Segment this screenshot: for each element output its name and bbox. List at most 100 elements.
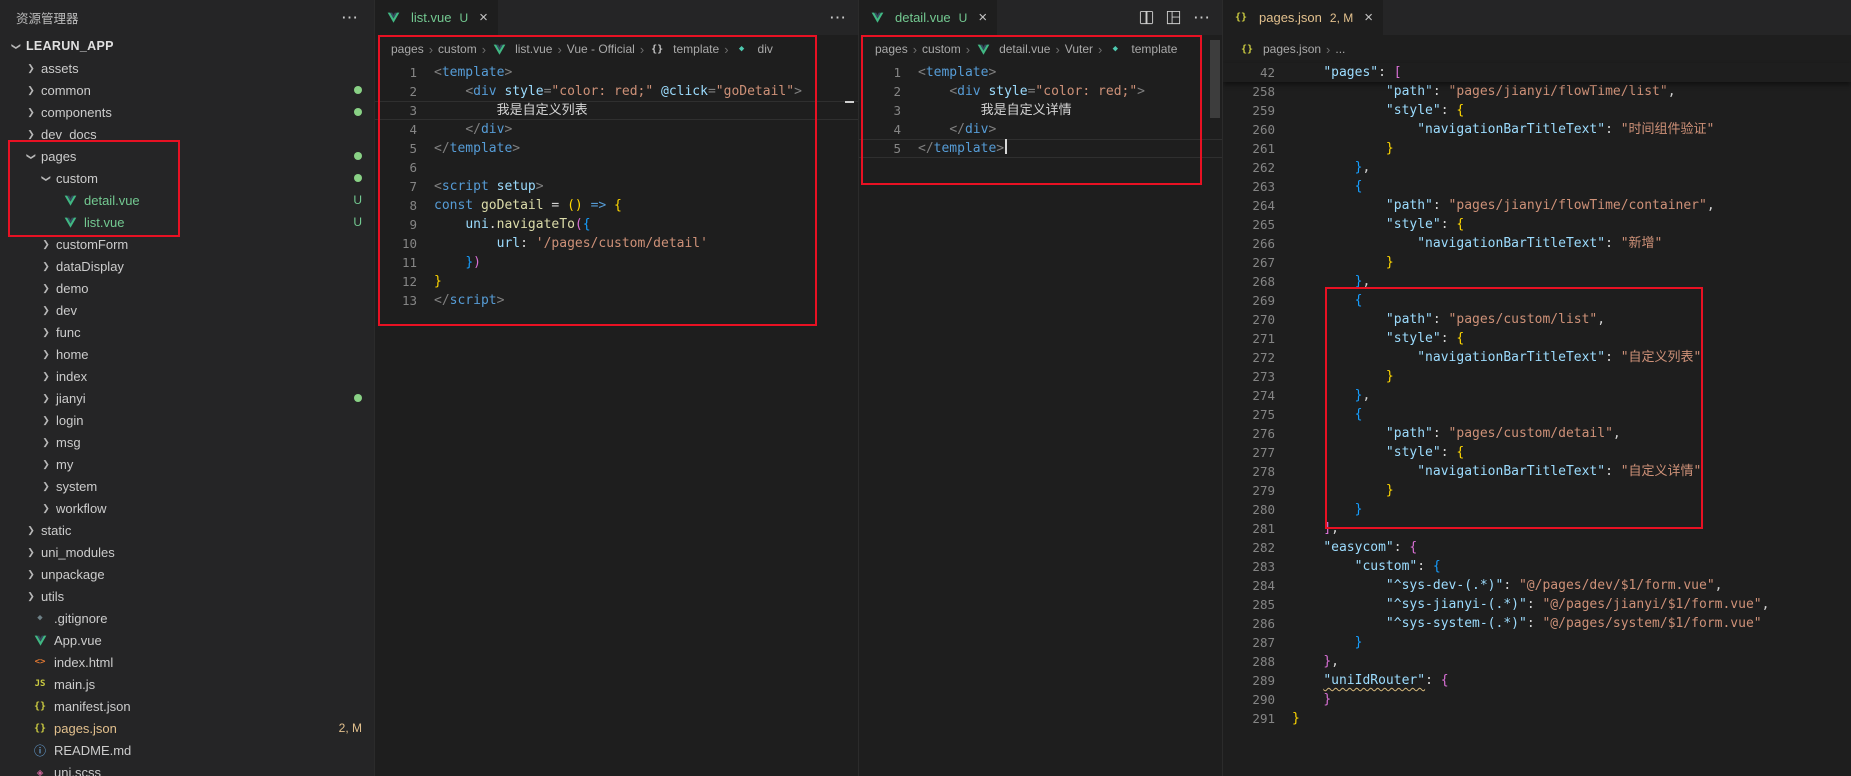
code-line-5[interactable]: 5</template> (375, 139, 858, 158)
tree-item-utils[interactable]: ❯utils (0, 585, 374, 607)
tab-pages-json[interactable]: {}pages.json2, M× (1223, 0, 1384, 35)
code-line-281[interactable]: 281 ], (1223, 519, 1851, 538)
code-line-264[interactable]: 264 "path": "pages/jianyi/flowTime/conta… (1223, 196, 1851, 215)
tab-detail-vue[interactable]: detail.vueU× (859, 0, 998, 35)
code-line-2[interactable]: 2 <div style="color: red;"> (859, 82, 1222, 101)
code-line-260[interactable]: 260 "navigationBarTitleText": "时间组件验证" (1223, 120, 1851, 139)
tree-item-assets[interactable]: ❯assets (0, 57, 374, 79)
tree-item-index[interactable]: ❯index (0, 365, 374, 387)
tree-item-pages-json[interactable]: {}pages.json2, M (0, 717, 374, 739)
tree-item-common[interactable]: ❯common (0, 79, 374, 101)
code-line-42[interactable]: 42 "pages": [ (1223, 63, 1851, 82)
breadcrumb-item-template[interactable]: {}template (649, 42, 719, 56)
breadcrumb-item-custom[interactable]: custom (438, 42, 477, 56)
close-icon[interactable]: × (978, 10, 987, 25)
editor-layout-icon[interactable] (1166, 10, 1181, 25)
breadcrumb-item-div[interactable]: ◆div (734, 42, 773, 56)
code-line-291[interactable]: 291} (1223, 709, 1851, 728)
code-line-267[interactable]: 267 } (1223, 253, 1851, 272)
code-line-263[interactable]: 263 { (1223, 177, 1851, 196)
breadcrumb-item-list-vue[interactable]: list.vue (491, 42, 552, 56)
tree-item-my[interactable]: ❯my (0, 453, 374, 475)
code-line-277[interactable]: 277 "style": { (1223, 443, 1851, 462)
code-line-3[interactable]: 3 我是自定义列表 (375, 101, 858, 120)
code-line-268[interactable]: 268 }, (1223, 272, 1851, 291)
code-editor[interactable]: 42 "pages": [ 257 {258 "path": "pages/ji… (1223, 63, 1851, 728)
code-line-9[interactable]: 9 uni.navigateTo({ (375, 215, 858, 234)
vertical-scrollbar[interactable] (1210, 40, 1220, 118)
tree-item-components[interactable]: ❯components (0, 101, 374, 123)
code-line-2[interactable]: 2 <div style="color: red;" @click="goDet… (375, 82, 858, 101)
code-line-285[interactable]: 285 "^sys-jianyi-(.*)": "@/pages/jianyi/… (1223, 595, 1851, 614)
code-line-6[interactable]: 6 (375, 158, 858, 177)
tree-item-unpackage[interactable]: ❯unpackage (0, 563, 374, 585)
tree-item-index-html[interactable]: <>index.html (0, 651, 374, 673)
breadcrumb-item-pages[interactable]: pages (875, 42, 908, 56)
split-editor-icon[interactable] (1139, 10, 1154, 25)
code-line-269[interactable]: 269 { (1223, 291, 1851, 310)
breadcrumb-item-detail-vue[interactable]: detail.vue (975, 42, 1050, 56)
code-line-1[interactable]: 1<template> (375, 63, 858, 82)
tree-item-learun-app[interactable]: ❯LEARUN_APP (0, 35, 374, 57)
code-line-289[interactable]: 289 "uniIdRouter": { (1223, 671, 1851, 690)
code-line-284[interactable]: 284 "^sys-dev-(.*)": "@/pages/dev/$1/for… (1223, 576, 1851, 595)
breadcrumb-item-[interactable]: ... (1335, 42, 1345, 56)
tree-item-main-js[interactable]: JSmain.js (0, 673, 374, 695)
tree-item-detail-vue[interactable]: detail.vueU (0, 189, 374, 211)
tree-item-app-vue[interactable]: App.vue (0, 629, 374, 651)
explorer-more-actions-icon[interactable]: ⋯ (341, 9, 358, 26)
code-line-3[interactable]: 3 我是自定义详情 (859, 101, 1222, 120)
code-line-5[interactable]: 5</template> (859, 139, 1222, 158)
breadcrumb-item-pages-json[interactable]: {}pages.json (1239, 42, 1321, 56)
breadcrumb-item-pages[interactable]: pages (391, 42, 424, 56)
code-line-262[interactable]: 262 }, (1223, 158, 1851, 177)
tree-item-custom[interactable]: ❯custom (0, 167, 374, 189)
breadcrumb-item-template[interactable]: ◆template (1107, 42, 1177, 56)
tree-item-dev[interactable]: ❯dev (0, 299, 374, 321)
tree-item-datadisplay[interactable]: ❯dataDisplay (0, 255, 374, 277)
more-actions-icon[interactable]: ⋯ (829, 9, 846, 26)
code-line-287[interactable]: 287 } (1223, 633, 1851, 652)
close-icon[interactable]: × (479, 10, 488, 25)
code-line-270[interactable]: 270 "path": "pages/custom/list", (1223, 310, 1851, 329)
code-line-259[interactable]: 259 "style": { (1223, 101, 1851, 120)
tree-item-readme-md[interactable]: ⓘREADME.md (0, 739, 374, 761)
tree-item-uni-scss[interactable]: ◈uni.scss (0, 761, 374, 776)
code-line-13[interactable]: 13</script> (375, 291, 858, 310)
code-line-290[interactable]: 290 } (1223, 690, 1851, 709)
tree-item-uni-modules[interactable]: ❯uni_modules (0, 541, 374, 563)
code-editor[interactable]: 1<template>2 <div style="color: red;">3 … (859, 63, 1222, 158)
more-actions-icon[interactable]: ⋯ (1193, 9, 1210, 26)
code-line-4[interactable]: 4 </div> (859, 120, 1222, 139)
tree-item-dev-docs[interactable]: ❯dev_docs (0, 123, 374, 145)
code-editor[interactable]: 1<template>2 <div style="color: red;" @c… (375, 63, 858, 310)
code-line-273[interactable]: 273 } (1223, 367, 1851, 386)
code-line-11[interactable]: 11 }) (375, 253, 858, 272)
tree-item-login[interactable]: ❯login (0, 409, 374, 431)
code-line-271[interactable]: 271 "style": { (1223, 329, 1851, 348)
code-line-12[interactable]: 12} (375, 272, 858, 291)
tree-item-workflow[interactable]: ❯workflow (0, 497, 374, 519)
code-line-280[interactable]: 280 } (1223, 500, 1851, 519)
tree-item-pages[interactable]: ❯pages (0, 145, 374, 167)
tree-item-manifest-json[interactable]: {}manifest.json (0, 695, 374, 717)
code-line-261[interactable]: 261 } (1223, 139, 1851, 158)
close-icon[interactable]: × (1364, 10, 1373, 25)
tree-item-customform[interactable]: ❯customForm (0, 233, 374, 255)
code-line-282[interactable]: 282 "easycom": { (1223, 538, 1851, 557)
code-line-258[interactable]: 258 "path": "pages/jianyi/flowTime/list"… (1223, 82, 1851, 101)
code-line-279[interactable]: 279 } (1223, 481, 1851, 500)
code-line-1[interactable]: 1<template> (859, 63, 1222, 82)
code-line-265[interactable]: 265 "style": { (1223, 215, 1851, 234)
code-line-288[interactable]: 288 }, (1223, 652, 1851, 671)
code-line-4[interactable]: 4 </div> (375, 120, 858, 139)
tree-item-home[interactable]: ❯home (0, 343, 374, 365)
tree-item-system[interactable]: ❯system (0, 475, 374, 497)
breadcrumb-item-custom[interactable]: custom (922, 42, 961, 56)
code-line-8[interactable]: 8const goDetail = () => { (375, 196, 858, 215)
tree-item-func[interactable]: ❯func (0, 321, 374, 343)
code-line-278[interactable]: 278 "navigationBarTitleText": "自定义详情" (1223, 462, 1851, 481)
tree-item-static[interactable]: ❯static (0, 519, 374, 541)
code-line-7[interactable]: 7<script setup> (375, 177, 858, 196)
tree-item-list-vue[interactable]: list.vueU (0, 211, 374, 233)
